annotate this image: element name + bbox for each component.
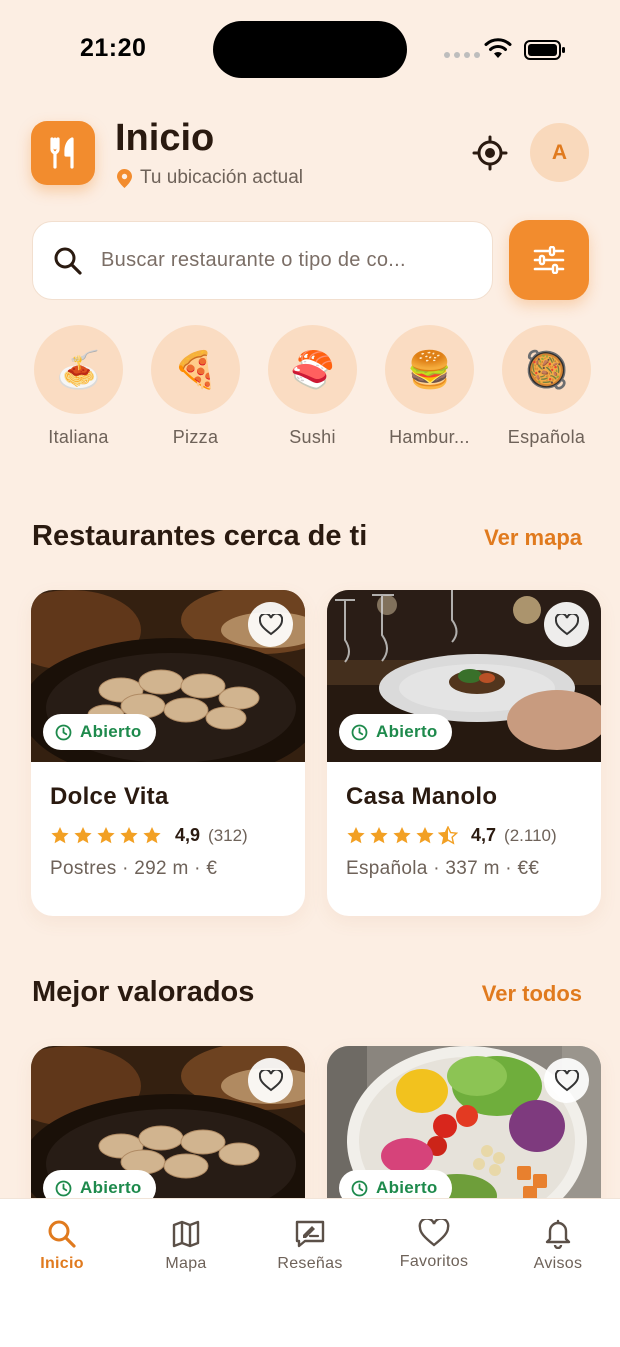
favorite-button[interactable] — [248, 1058, 293, 1103]
category-label: Sushi — [289, 427, 336, 447]
category-label: Italiana — [48, 427, 109, 447]
tab-avisos[interactable]: Avisos — [503, 1219, 613, 1273]
rating-value: 4,7 — [471, 825, 497, 845]
category-hamburguesas[interactable]: 🍔 Hambur... — [385, 325, 474, 448]
burger-icon: 🍔 — [385, 325, 474, 414]
cellular-signal-icon — [444, 52, 480, 58]
clock-icon — [55, 1180, 72, 1196]
review-icon — [295, 1220, 325, 1248]
search-input[interactable]: Buscar restaurante o tipo de co... — [32, 221, 493, 300]
status-time: 21:20 — [80, 34, 147, 62]
tab-label: Reseñas — [277, 1255, 343, 1272]
restaurant-meta: Postres · 292 m · € — [50, 858, 218, 879]
tab-bar: Inicio Mapa Reseñas Favoritos Avisos — [0, 1198, 620, 1347]
rating: 4,7 (2.110) — [346, 825, 557, 846]
favorite-button[interactable] — [544, 602, 589, 647]
sushi-icon: 🍣 — [268, 325, 357, 414]
crosshair-icon — [472, 135, 508, 171]
pasta-icon: 🍝 — [34, 325, 123, 414]
tab-label: Favoritos — [399, 1253, 469, 1270]
status-label: Abierto — [80, 1178, 142, 1197]
map-icon — [172, 1220, 200, 1248]
status-badge: Abierto — [339, 714, 452, 750]
status-label: Abierto — [80, 722, 142, 741]
review-count: (312) — [208, 825, 248, 845]
review-count: (2.110) — [504, 825, 557, 845]
avatar[interactable]: A — [530, 123, 589, 182]
status-bar: 21:20 — [0, 0, 620, 100]
tab-label: Avisos — [533, 1255, 583, 1272]
location-pin-icon — [117, 168, 132, 188]
header: Inicio Tu ubicación actual A — [31, 117, 589, 189]
wifi-icon — [484, 38, 512, 58]
locate-me-button[interactable] — [471, 134, 509, 172]
tab-inicio[interactable]: Inicio — [7, 1219, 117, 1273]
star-rating-icon — [50, 826, 165, 845]
clock-icon — [351, 724, 368, 740]
heart-icon — [418, 1219, 450, 1247]
status-label: Abierto — [376, 722, 438, 741]
tab-label: Mapa — [165, 1255, 207, 1272]
heart-icon — [554, 613, 579, 635]
clock-icon — [351, 1180, 368, 1196]
heart-icon — [258, 1069, 283, 1091]
sliders-icon — [533, 246, 565, 274]
tab-favoritos[interactable]: Favoritos — [379, 1219, 489, 1271]
restaurant-card[interactable]: Abierto Casa Manolo 4,7 (2.110) Española… — [327, 590, 601, 916]
favorite-button[interactable] — [544, 1058, 589, 1103]
battery-icon — [524, 40, 565, 60]
tab-resenas[interactable]: Reseñas — [255, 1219, 365, 1273]
rating-value: 4,9 — [175, 825, 201, 845]
see-all-link[interactable]: Ver todos — [482, 981, 582, 1007]
heart-icon — [554, 1069, 579, 1091]
tab-label: Inicio — [40, 1255, 84, 1272]
category-label: Española — [507, 427, 586, 447]
pizza-icon: 🍕 — [151, 325, 240, 414]
search-icon — [54, 247, 82, 275]
heart-icon — [258, 613, 283, 635]
category-label: Hambur... — [389, 427, 470, 447]
restaurant-card[interactable]: Abierto Dolce Vita 4,9 (312) Postres · 2… — [31, 590, 305, 916]
current-location[interactable]: Tu ubicación actual — [117, 167, 303, 189]
restaurant-name: Casa Manolo — [346, 783, 498, 810]
status-label: Abierto — [376, 1178, 438, 1197]
category-list: 🍝 Italiana 🍕 Pizza 🍣 Sushi 🍔 Hambur... 🥘… — [34, 325, 620, 448]
section-title-top-rated: Mejor valorados — [32, 976, 255, 1008]
search-placeholder: Buscar restaurante o tipo de co... — [101, 249, 406, 271]
category-italiana[interactable]: 🍝 Italiana — [34, 325, 123, 448]
favorite-button[interactable] — [248, 602, 293, 647]
section-title-nearby: Restaurantes cerca de ti — [32, 520, 368, 552]
bell-icon — [545, 1219, 571, 1249]
category-sushi[interactable]: 🍣 Sushi — [268, 325, 357, 448]
filter-button[interactable] — [509, 220, 589, 300]
category-label: Pizza — [172, 427, 219, 447]
tab-mapa[interactable]: Mapa — [131, 1219, 241, 1273]
paella-icon: 🥘 — [502, 325, 591, 414]
dynamic-island — [213, 21, 407, 78]
page-title: Inicio — [115, 117, 215, 159]
status-badge: Abierto — [43, 714, 156, 750]
restaurant-name: Dolce Vita — [50, 783, 169, 810]
clock-icon — [55, 724, 72, 740]
restaurant-meta: Española · 337 m · €€ — [346, 858, 540, 879]
search-icon — [48, 1220, 76, 1248]
star-rating-icon — [346, 826, 461, 845]
rating: 4,9 (312) — [50, 825, 248, 846]
restaurant-logo-icon — [31, 121, 95, 185]
location-label: Tu ubicación actual — [140, 167, 304, 188]
category-pizza[interactable]: 🍕 Pizza — [151, 325, 240, 448]
category-espanola[interactable]: 🥘 Española — [502, 325, 591, 448]
see-map-link[interactable]: Ver mapa — [484, 525, 582, 551]
